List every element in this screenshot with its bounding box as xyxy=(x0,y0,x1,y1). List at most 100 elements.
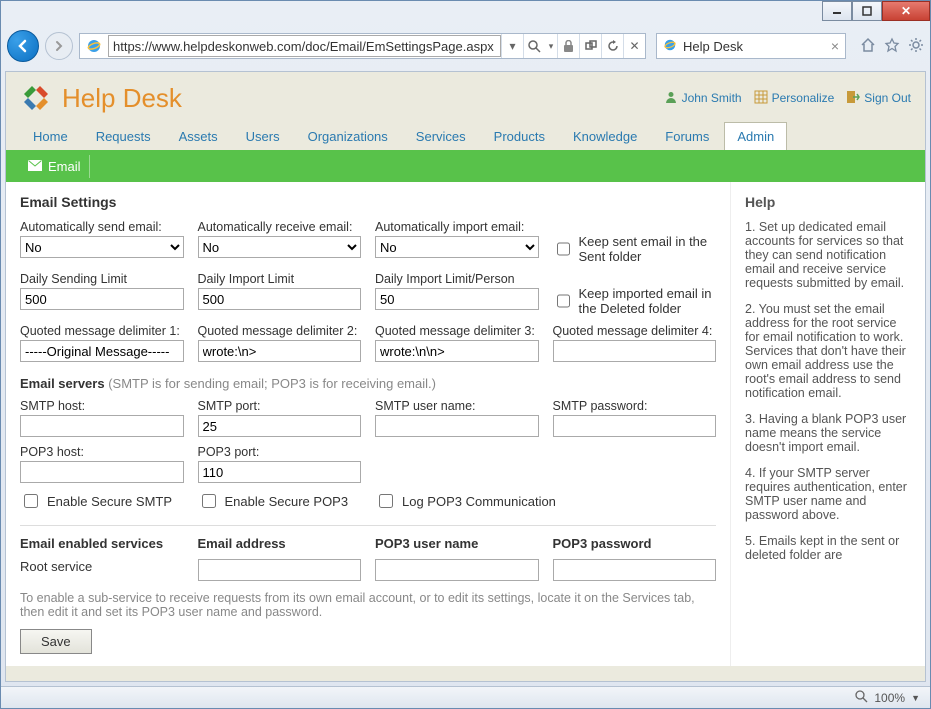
root-email-input[interactable] xyxy=(198,559,362,581)
help-p5: 5. Emails kept in the sent or deleted fo… xyxy=(745,534,911,562)
keep-imported-checkbox[interactable] xyxy=(557,294,570,308)
log-pop3-checkbox[interactable] xyxy=(379,494,393,508)
pop3-host-input[interactable] xyxy=(20,461,184,483)
divider xyxy=(20,525,716,526)
zoom-icon[interactable] xyxy=(855,690,868,706)
browser-tab[interactable]: Help Desk × xyxy=(656,33,846,59)
nav-assets[interactable]: Assets xyxy=(166,122,231,150)
auto-receive-select[interactable]: No xyxy=(198,236,362,258)
form-area: Email Settings Automatically send email:… xyxy=(6,182,730,666)
smtp-host-input[interactable] xyxy=(20,415,184,437)
compat-icon[interactable] xyxy=(579,34,601,58)
secure-smtp-checkbox[interactable] xyxy=(24,494,38,508)
favorites-icon[interactable] xyxy=(884,37,900,56)
maximize-button[interactable] xyxy=(852,1,882,21)
pop3-port-input[interactable] xyxy=(198,461,362,483)
window-controls: ✕ xyxy=(822,1,930,21)
nav-admin[interactable]: Admin xyxy=(724,122,787,150)
qd4-label: Quoted message delimiter 4: xyxy=(553,324,717,338)
secure-pop3-checkbox[interactable] xyxy=(202,494,216,508)
url-dropdown-icon[interactable]: ▾ xyxy=(501,34,523,58)
nav-organizations[interactable]: Organizations xyxy=(295,122,401,150)
qd3-input[interactable] xyxy=(375,340,539,362)
daily-send-label: Daily Sending Limit xyxy=(20,272,184,286)
help-p3: 3. Having a blank POP3 user name means t… xyxy=(745,412,911,454)
personalize-link[interactable]: Personalize xyxy=(754,90,835,107)
zoom-dropdown-icon[interactable]: ▼ xyxy=(911,693,920,703)
smtp-port-label: SMTP port: xyxy=(198,399,362,413)
logo-icon xyxy=(20,82,52,114)
tab-close-icon[interactable]: × xyxy=(831,38,839,54)
nav-services[interactable]: Services xyxy=(403,122,479,150)
nav-products[interactable]: Products xyxy=(481,122,558,150)
daily-send-input[interactable] xyxy=(20,288,184,310)
email-servers-heading: Email servers xyxy=(20,376,105,391)
zoom-level: 100% xyxy=(874,691,905,705)
sub-nav-bar: Email xyxy=(6,150,925,182)
page-title: Email Settings xyxy=(20,194,716,210)
sign-out-link[interactable]: Sign Out xyxy=(846,90,911,107)
nav-home[interactable]: Home xyxy=(20,122,81,150)
nav-requests[interactable]: Requests xyxy=(83,122,164,150)
smtp-pass-input[interactable] xyxy=(553,415,717,437)
secure-pop3-label: Enable Secure POP3 xyxy=(225,494,349,509)
root-pop3-user-input[interactable] xyxy=(375,559,539,581)
smtp-host-label: SMTP host: xyxy=(20,399,184,413)
daily-import-input[interactable] xyxy=(198,288,362,310)
back-button[interactable] xyxy=(7,30,39,62)
save-button[interactable]: Save xyxy=(20,629,92,654)
qd3-label: Quoted message delimiter 3: xyxy=(375,324,539,338)
browser-toolbar: ▾ ▾ ✕ Help Desk × xyxy=(1,19,930,71)
qd4-input[interactable] xyxy=(553,340,717,362)
qd1-input[interactable] xyxy=(20,340,184,362)
browser-window: ✕ ▾ ▾ ✕ xyxy=(0,0,931,709)
secure-smtp-label: Enable Secure SMTP xyxy=(47,494,172,509)
pop3-port-label: POP3 port: xyxy=(198,445,362,459)
log-pop3-label: Log POP3 Communication xyxy=(402,494,556,509)
status-bar: 100% ▼ xyxy=(1,686,930,708)
qd2-input[interactable] xyxy=(198,340,362,362)
sub-nav-email[interactable]: Email xyxy=(20,155,90,178)
services-hint: To enable a sub-service to receive reque… xyxy=(20,591,716,619)
services-col-1: Email enabled services xyxy=(20,536,184,551)
refresh-icon[interactable] xyxy=(601,34,623,58)
smtp-port-input[interactable] xyxy=(198,415,362,437)
help-p4: 4. If your SMTP server requires authenti… xyxy=(745,466,911,522)
auto-send-select[interactable]: No xyxy=(20,236,184,258)
keep-sent-checkbox[interactable] xyxy=(557,242,570,256)
email-icon xyxy=(28,159,42,174)
search-icon[interactable] xyxy=(523,34,545,58)
close-button[interactable]: ✕ xyxy=(882,1,930,21)
page-scroll[interactable]: Help Desk John Smith Personalize xyxy=(6,72,925,681)
app-header: Help Desk John Smith Personalize xyxy=(6,72,925,118)
forward-button[interactable] xyxy=(45,32,73,60)
root-pop3-pass-input[interactable] xyxy=(553,559,717,581)
tools-icon[interactable] xyxy=(908,37,924,56)
help-p2: 2. You must set the email address for th… xyxy=(745,302,911,400)
url-input[interactable] xyxy=(108,35,501,57)
user-link[interactable]: John Smith xyxy=(664,90,742,107)
root-service-label: Root service xyxy=(20,559,184,574)
auto-import-label: Automatically import email: xyxy=(375,220,539,234)
help-title: Help xyxy=(745,194,911,210)
daily-import-label: Daily Import Limit xyxy=(198,272,362,286)
nav-users[interactable]: Users xyxy=(233,122,293,150)
nav-knowledge[interactable]: Knowledge xyxy=(560,122,650,150)
keep-imported-label: Keep imported email in the Deleted folde… xyxy=(579,286,717,316)
help-panel: Help 1. Set up dedicated email accounts … xyxy=(730,182,925,666)
daily-import-person-input[interactable] xyxy=(375,288,539,310)
nav-forums[interactable]: Forums xyxy=(652,122,722,150)
brand-title: Help Desk xyxy=(62,83,182,114)
address-bar: ▾ ▾ ✕ xyxy=(79,33,646,59)
smtp-user-input[interactable] xyxy=(375,415,539,437)
stop-icon[interactable]: ✕ xyxy=(623,34,645,58)
home-icon[interactable] xyxy=(860,37,876,56)
user-icon xyxy=(664,90,678,107)
services-col-4: POP3 password xyxy=(553,536,717,551)
minimize-button[interactable] xyxy=(822,1,852,21)
auto-import-select[interactable]: No xyxy=(375,236,539,258)
qd1-label: Quoted message delimiter 1: xyxy=(20,324,184,338)
smtp-user-label: SMTP user name: xyxy=(375,399,539,413)
search-dropdown-icon[interactable]: ▾ xyxy=(545,34,557,58)
page-viewport: Help Desk John Smith Personalize xyxy=(5,71,926,682)
